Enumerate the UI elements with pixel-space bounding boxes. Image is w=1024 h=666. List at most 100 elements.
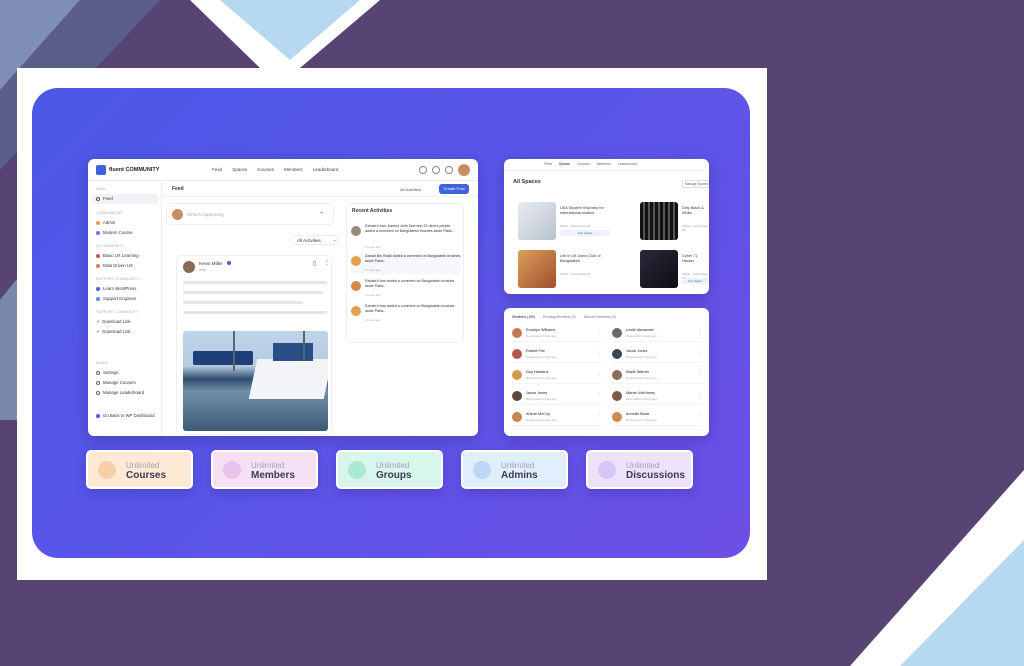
create-post-button[interactable]: Create Post — [439, 184, 469, 194]
sidebar-item-manage-leaderboard[interactable]: Manage Leaderboard — [96, 390, 144, 395]
join-space-button[interactable]: Join Space — [560, 230, 610, 236]
sidebar-item-download-1[interactable]: ↗ Download Link — [96, 319, 131, 324]
sidebar-item-learn-wp[interactable]: Learn WordPress — [96, 286, 136, 291]
nav-spaces[interactable]: Spaces — [559, 162, 570, 166]
sidebar-item-admin[interactable]: Admin — [96, 220, 115, 225]
nav-courses[interactable]: Courses — [257, 167, 274, 172]
more-icon[interactable]: ⋮ — [697, 413, 702, 419]
more-icon[interactable]: ⋮ — [697, 392, 702, 398]
filter-dropdown[interactable]: All Activities — [400, 187, 421, 192]
bookmark-icon[interactable]: ▯ — [313, 260, 316, 267]
member-row[interactable]: Wade Warren Responded 4 days ago ⋮ — [612, 368, 702, 384]
avatar — [512, 412, 522, 422]
avatar — [351, 226, 361, 236]
more-icon[interactable]: ⋮ — [597, 371, 602, 377]
sidebar-item-download-2[interactable]: ↗ Download Link — [96, 329, 131, 334]
text-placeholder — [183, 311, 327, 314]
more-icon[interactable]: ⋮ — [597, 392, 602, 398]
space-image — [640, 250, 678, 288]
sidebar-item-manage-courses[interactable]: Manage Courses — [96, 380, 136, 385]
course-icon — [96, 380, 100, 385]
sidebar-heading-support: SUPPORT COMMUNITY — [96, 277, 139, 281]
post-composer[interactable]: What's happening + — [166, 203, 334, 225]
member-row[interactable]: Marvin McKinney Responded 4 days ago ⋮ — [612, 389, 702, 405]
trophy-icon — [96, 390, 100, 395]
activity-item[interactable]: Rahabi Khan added a comment on Banglades… — [351, 279, 461, 299]
chat-icon[interactable] — [432, 166, 440, 174]
user-avatar[interactable] — [458, 164, 470, 176]
more-icon[interactable]: ⋮ — [324, 259, 330, 266]
member-row[interactable]: Jacob Jones Responded 4 days ago ⋮ — [512, 389, 602, 405]
member-row[interactable]: Arlene McCoy Responded 4 days ago ⋮ — [512, 410, 602, 426]
feature-members: Unlimited Members — [211, 450, 318, 489]
activity-item[interactable]: Zawad Bin Khalil added a comment on Bang… — [351, 254, 461, 274]
search-icon[interactable] — [419, 166, 427, 174]
sidebar-item-settings[interactable]: Settings — [96, 370, 119, 375]
member-row[interactable]: Leslie Alexander Responded 4 days ago ⋮ — [612, 326, 702, 342]
wordpress-icon — [96, 413, 100, 418]
nav-leaderboard[interactable]: Leaderboard — [618, 162, 637, 166]
sidebar-item-feed[interactable]: Feed — [96, 196, 113, 201]
post-time: 2nd — [199, 267, 206, 272]
space-card[interactable]: Cyber 71 Hacker Public · Joined Sep 18 J… — [640, 250, 709, 288]
space-icon — [96, 220, 100, 225]
more-icon[interactable]: ⋮ — [597, 350, 602, 356]
feature-admins: Unlimited Admins — [461, 450, 568, 489]
nav-courses[interactable]: Courses — [577, 162, 590, 166]
all-activities-dropdown[interactable]: All Activities ⌄ — [292, 235, 338, 245]
bell-icon[interactable] — [445, 166, 453, 174]
nav-spaces[interactable]: Spaces — [232, 167, 247, 172]
activity-item[interactable]: Rahabi Khan added a comment on Banglades… — [351, 304, 461, 324]
more-icon[interactable]: ⋮ — [697, 371, 702, 377]
author-avatar[interactable] — [183, 261, 195, 273]
member-row[interactable]: Robert Fox Responded 4 days ago ⋮ — [512, 347, 602, 363]
avatar — [512, 370, 522, 380]
avatar — [512, 349, 522, 359]
post-author[interactable]: Kevin Miller — [199, 261, 223, 266]
sidebar-item-data-ux[interactable]: Data Driven UX — [96, 263, 133, 268]
tab-pending-members[interactable]: Pending Members (0) — [543, 315, 576, 319]
avatar — [351, 256, 361, 266]
more-icon[interactable]: ⋮ — [697, 329, 702, 335]
sidebar-item-basic-ux[interactable]: Basic UX Learning — [96, 253, 139, 258]
manage-spaces-button[interactable]: Manage Spaces — [682, 180, 709, 188]
more-icon[interactable]: ⋮ — [597, 413, 602, 419]
tab-members[interactable]: Members (199) — [512, 315, 535, 319]
space-card[interactable]: Dirty Black & White Public · Joined Sep … — [640, 202, 709, 240]
composer-placeholder: What's happening — [187, 212, 224, 217]
post-image-boats[interactable] — [183, 331, 328, 431]
add-icon[interactable]: + — [320, 211, 324, 217]
member-row[interactable]: Guy Hawkins Responded 4 days ago ⋮ — [512, 368, 602, 384]
nav-members[interactable]: Members — [284, 167, 303, 172]
more-icon[interactable]: ⋮ — [697, 350, 702, 356]
space-icon — [96, 296, 100, 301]
nav-feed[interactable]: Feed — [212, 167, 222, 172]
sidebar-heading-communities: COMMUNITIES — [96, 211, 124, 215]
space-image — [518, 202, 556, 240]
member-row[interactable]: Emarlyn Williams Responded 4 days ago ⋮ — [512, 326, 602, 342]
nav-leaderboard[interactable]: Leaderboard — [313, 167, 339, 172]
spaces-window: Feed Spaces Courses Members Leaderboard … — [504, 159, 709, 294]
member-icon — [223, 461, 241, 479]
sidebar-item-modern-course[interactable]: Modern Course — [96, 230, 133, 235]
tab-blocked-members[interactable]: Blocked Members (0) — [584, 315, 616, 319]
avatar — [612, 349, 622, 359]
more-icon[interactable]: ⋮ — [597, 329, 602, 335]
space-card[interactable]: USA Student Visa help for international … — [518, 202, 612, 240]
space-image — [640, 202, 678, 240]
nav-members[interactable]: Members — [597, 162, 611, 166]
fluent-logo-icon — [96, 165, 106, 175]
wp-dashboard-link[interactable]: Go Back to WP Dashboard — [96, 413, 155, 418]
link-icon: ↗ — [96, 329, 100, 334]
avatar — [351, 306, 361, 316]
member-row[interactable]: Jacob Jones Responded 4 days ago ⋮ — [612, 347, 702, 363]
space-card[interactable]: Life in UK Users Club of Bangladesh Publ… — [518, 250, 612, 288]
activity-item[interactable]: Rahabi Khan, Kamrul John Doe and 32 othe… — [351, 224, 461, 249]
join-space-button[interactable]: Join Space — [682, 278, 708, 284]
sidebar-item-support-engineer[interactable]: Support Engineer — [96, 296, 136, 301]
space-icon — [96, 230, 100, 235]
sidebar-heading-admin: ADMIN — [96, 361, 109, 365]
member-row[interactable]: Annette Black Responded 4 days ago ⋮ — [612, 410, 702, 426]
space-icon — [96, 253, 100, 258]
nav-feed[interactable]: Feed — [544, 162, 552, 166]
